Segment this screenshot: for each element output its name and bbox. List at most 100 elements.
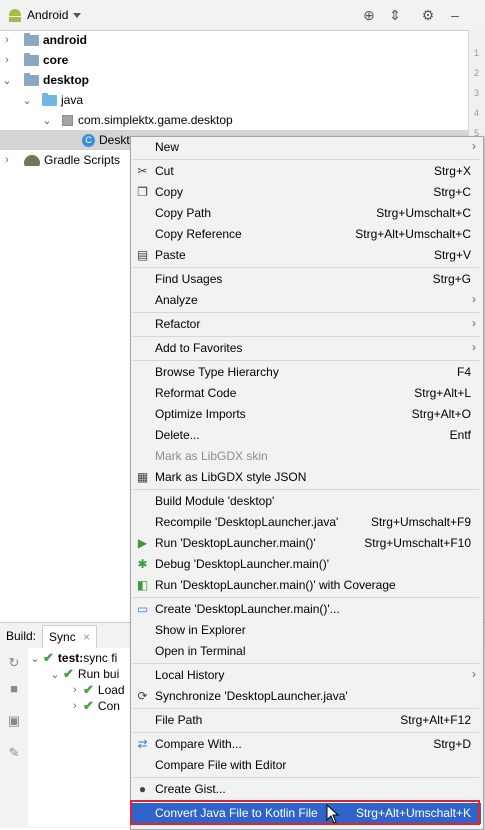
chevron-right-icon[interactable]: › (2, 154, 12, 166)
build-row[interactable]: ⌄ ✔ Run bui (50, 666, 119, 682)
run-icon: ▶ (137, 536, 148, 550)
gear-icon[interactable]: ⚙ (420, 7, 436, 23)
chevron-down-icon[interactable]: ⌄ (50, 668, 60, 681)
menu-item-delete[interactable]: Delete... Entf (131, 425, 481, 446)
menu-separator (133, 597, 479, 598)
build-row[interactable]: › ✔ Load (70, 682, 124, 698)
tree-item-package[interactable]: ⌄ com.simplektx.game.desktop (0, 110, 468, 130)
menu-item-find-usages[interactable]: Find Usages Strg+G (131, 269, 481, 290)
chevron-right-icon[interactable]: › (2, 34, 12, 46)
check-icon: ✔ (83, 682, 94, 697)
tree-item-desktop[interactable]: ⌄ desktop (0, 70, 468, 90)
collapse-all-icon[interactable]: ⇕ (387, 7, 403, 23)
menu-item-compare-file-with-editor[interactable]: Compare File with Editor (131, 755, 481, 776)
tree-item-core[interactable]: › core (0, 50, 468, 70)
menu-item-browse-type-hierarchy[interactable]: Browse Type Hierarchy F4 (131, 362, 481, 383)
menu-separator (133, 708, 479, 709)
line-number: 2 (474, 68, 480, 78)
package-icon (62, 114, 73, 126)
menu-item-local-history[interactable]: Local History › (131, 665, 481, 686)
line-number: 3 (474, 88, 480, 98)
close-icon[interactable]: × (83, 630, 90, 644)
menu-item-synchronize[interactable]: ⟳ Synchronize 'DesktopLauncher.java' (131, 686, 481, 707)
menu-item-optimize-imports[interactable]: Optimize Imports Strg+Alt+O (131, 404, 481, 425)
menu-item-shortcut: Strg+Alt+Umschalt+C (355, 227, 471, 241)
menu-item-refactor[interactable]: Refactor › (131, 314, 481, 335)
chevron-right-icon: › (472, 316, 476, 330)
menu-item-create-config[interactable]: ▭ Create 'DesktopLauncher.main()'... (131, 599, 481, 620)
menu-item-compare-with[interactable]: ⇄ Compare With... Strg+D (131, 734, 481, 755)
folder-icon (24, 52, 39, 66)
menu-item-label: Create Gist... (155, 782, 226, 796)
tree-item-android[interactable]: › android (0, 30, 468, 50)
compare-icon: ⇄ (137, 737, 148, 751)
project-view-dropdown[interactable]: Android (8, 6, 82, 24)
menu-item-new[interactable]: New › (131, 137, 481, 158)
github-icon: ● (138, 782, 147, 796)
chevron-down-icon[interactable]: ⌄ (30, 652, 40, 665)
chevron-right-icon[interactable]: › (70, 684, 80, 696)
menu-item-mark-libgdx-style-json[interactable]: ▦ Mark as LibGDX style JSON (131, 467, 481, 488)
pin-icon[interactable]: ✎ (7, 746, 21, 760)
build-row-bold: test: (57, 651, 84, 665)
menu-item-shortcut: Strg+Umschalt+C (376, 206, 471, 220)
chevron-down-icon[interactable]: ⌄ (42, 114, 52, 127)
chevron-right-icon[interactable]: › (70, 700, 80, 712)
menu-separator (133, 267, 479, 268)
menu-item-label: Run 'DesktopLauncher.main()' (155, 536, 316, 550)
folder-icon (42, 92, 57, 106)
menu-item-shortcut: F4 (456, 365, 471, 379)
context-menu: New › ✂ Cut Strg+X ❐ Copy Strg+C Copy Path Str… (130, 136, 484, 830)
menu-item-shortcut: Entf (449, 428, 471, 442)
refresh-icon[interactable]: ↻ (7, 656, 21, 670)
menu-item-file-path[interactable]: File Path Strg+Alt+F12 (131, 710, 481, 731)
menu-item-label: Copy Reference (155, 227, 242, 241)
build-row-label: Con (97, 699, 120, 713)
chevron-down-icon[interactable]: ⌄ (2, 74, 12, 87)
menu-item-show-in-explorer[interactable]: Show in Explorer (131, 620, 481, 641)
menu-item-shortcut: Strg+Umschalt+F9 (370, 515, 471, 529)
hide-icon[interactable]: – (447, 7, 463, 23)
menu-item-copy[interactable]: ❐ Copy Strg+C (131, 182, 481, 203)
chevron-down-icon (73, 12, 82, 18)
menu-separator (133, 360, 479, 361)
toggle-view-icon[interactable]: ▣ (7, 714, 21, 728)
menu-item-run-with-coverage[interactable]: ◧ Run 'DesktopLauncher.main()' with Cover… (131, 575, 481, 596)
menu-item-analyze[interactable]: Analyze › (131, 290, 481, 311)
project-view-label: Android (27, 8, 69, 22)
build-row[interactable]: ⌄ ✔ test: sync fi (30, 650, 117, 666)
menu-item-shortcut: Strg+C (433, 185, 471, 199)
project-toolbar: Android ⊕ ⇕ ⚙ – (0, 0, 485, 31)
tree-item-label: com.simplektx.game.desktop (78, 113, 233, 127)
tree-item-java[interactable]: ⌄ java (0, 90, 468, 110)
menu-item-label: Copy Path (155, 206, 212, 220)
chevron-down-icon[interactable]: ⌄ (22, 94, 32, 107)
menu-item-label: Paste (155, 248, 186, 262)
menu-item-copy-path[interactable]: Copy Path Strg+Umschalt+C (131, 203, 481, 224)
check-icon: ✔ (83, 698, 94, 713)
menu-separator (133, 159, 479, 160)
chevron-right-icon[interactable]: › (2, 54, 12, 66)
menu-item-build-module[interactable]: Build Module 'desktop' (131, 491, 481, 512)
menu-item-debug[interactable]: ✱ Debug 'DesktopLauncher.main()' (131, 554, 481, 575)
menu-item-paste[interactable]: ▤ Paste Strg+V (131, 245, 481, 266)
build-row[interactable]: › ✔ Con (70, 698, 120, 714)
tree-item-label: Deskt (99, 133, 130, 147)
menu-item-cut[interactable]: ✂ Cut Strg+X (131, 161, 481, 182)
class-icon: C (82, 133, 95, 147)
menu-separator (133, 489, 479, 490)
android-icon (8, 9, 22, 22)
menu-item-recompile[interactable]: Recompile 'DesktopLauncher.java' Strg+Ums… (131, 512, 481, 533)
menu-item-run[interactable]: ▶ Run 'DesktopLauncher.main()' Strg+Umscha… (131, 533, 481, 554)
menu-item-label: Open in Terminal (155, 644, 246, 658)
tab-sync[interactable]: Sync × (42, 624, 98, 648)
locate-icon[interactable]: ⊕ (361, 7, 377, 23)
stop-icon[interactable]: ■ (7, 682, 21, 696)
menu-item-add-to-favorites[interactable]: Add to Favorites › (131, 338, 481, 359)
menu-item-open-in-terminal[interactable]: Open in Terminal (131, 641, 481, 662)
menu-item-create-gist[interactable]: ● Create Gist... (131, 779, 481, 800)
menu-separator (133, 777, 479, 778)
menu-item-label: Debug 'DesktopLauncher.main()' (155, 557, 330, 571)
menu-item-reformat-code[interactable]: Reformat Code Strg+Alt+L (131, 383, 481, 404)
menu-item-copy-reference[interactable]: Copy Reference Strg+Alt+Umschalt+C (131, 224, 481, 245)
